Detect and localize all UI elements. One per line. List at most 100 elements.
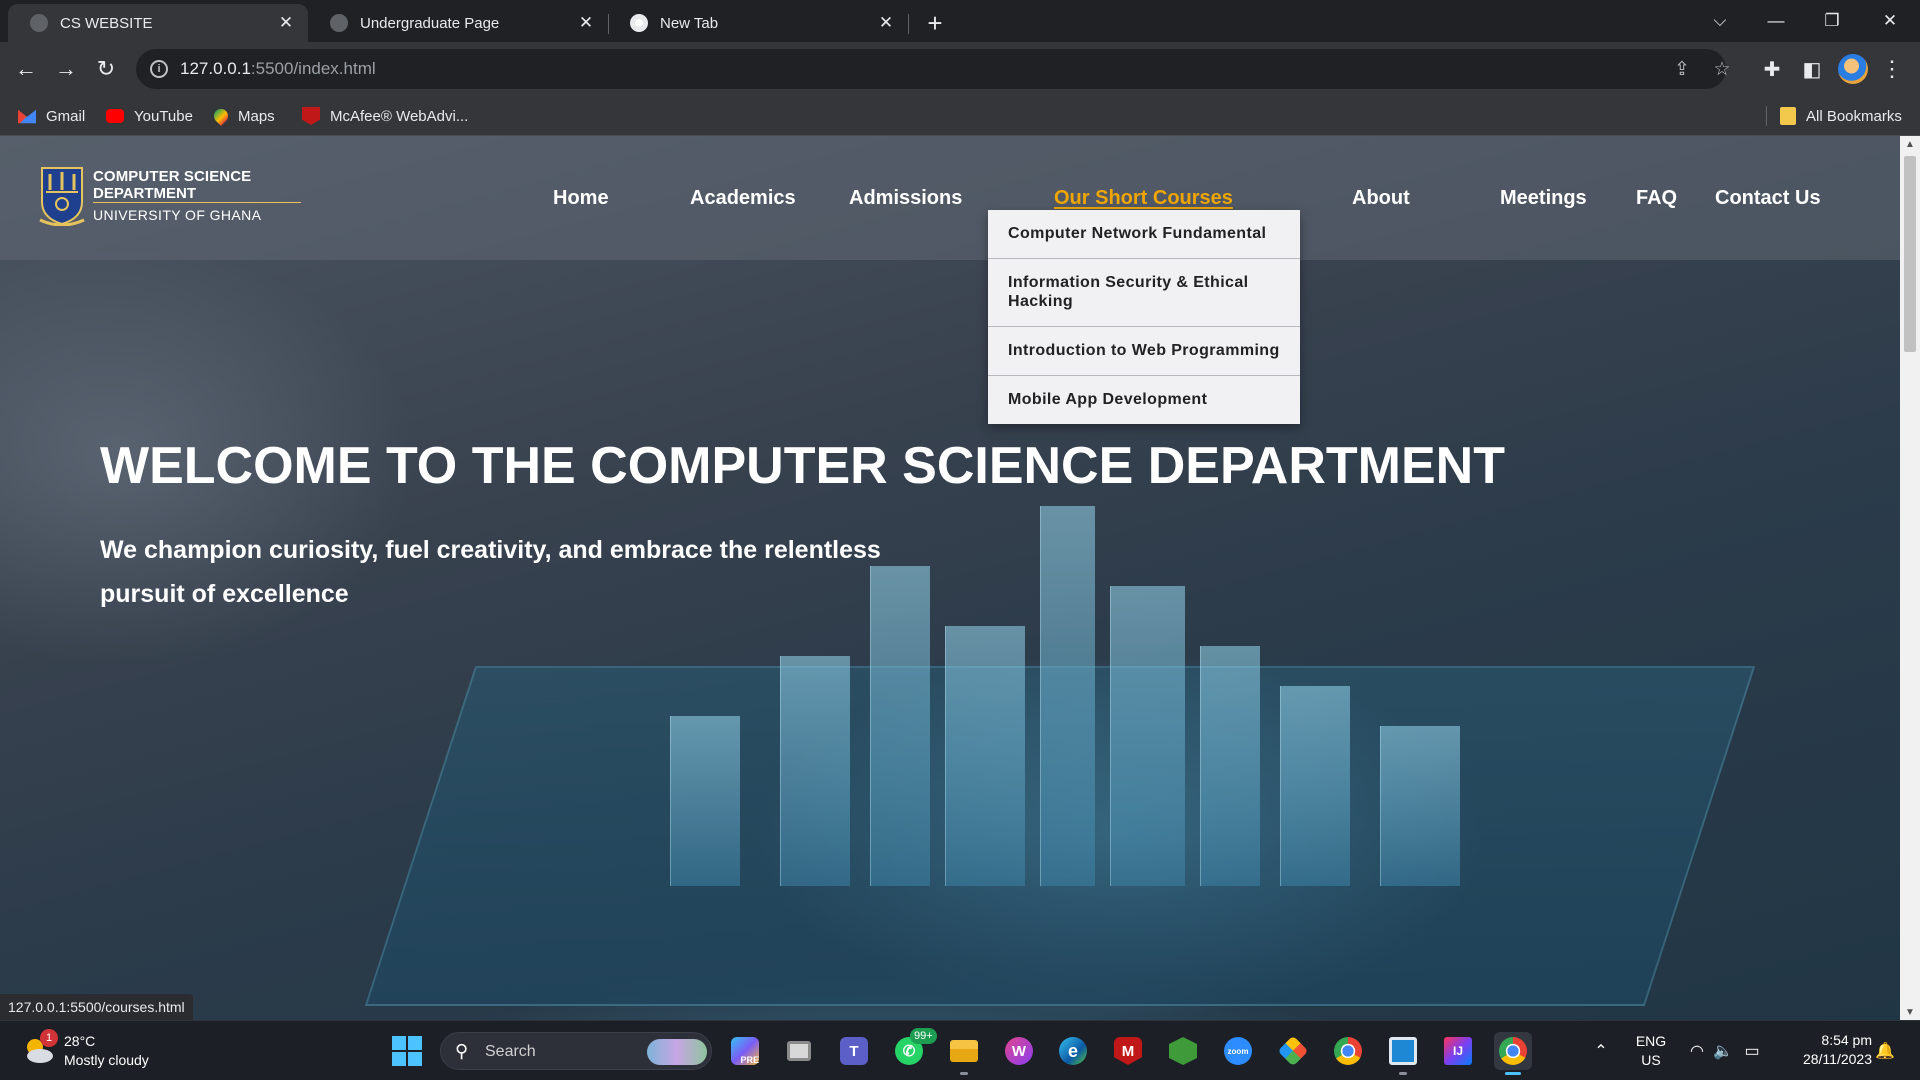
nav-admissions[interactable]: Admissions xyxy=(849,187,962,210)
git-icon[interactable] xyxy=(1274,1032,1312,1070)
clock-date: 28/11/2023 xyxy=(1802,1051,1872,1067)
tab-new-tab[interactable]: New Tab ✕ xyxy=(608,4,908,42)
logo-title: COMPUTER SCIENCE xyxy=(93,168,252,185)
side-panel-icon[interactable]: ◧ xyxy=(1796,53,1828,85)
nav-contact-us[interactable]: Contact Us xyxy=(1715,187,1821,210)
back-button[interactable]: ← xyxy=(10,53,42,85)
search-icon: ⚲ xyxy=(455,1041,469,1061)
dropdown-item-mobile-app[interactable]: Mobile App Development xyxy=(988,376,1300,424)
bookmark-label: YouTube xyxy=(134,107,193,125)
language-code: ENG xyxy=(1635,1033,1667,1049)
tab-cs-website[interactable]: CS WEBSITE ✕ xyxy=(8,4,308,42)
reload-button[interactable]: ↻ xyxy=(90,53,122,85)
wps-office-icon[interactable]: W xyxy=(1000,1032,1038,1070)
app-glyph xyxy=(1169,1037,1197,1065)
teams-icon[interactable]: T xyxy=(835,1032,873,1070)
weather-desc: Mostly cloudy xyxy=(64,1052,149,1068)
university-crest-icon xyxy=(39,167,85,226)
bookmark-youtube[interactable]: YouTube xyxy=(106,96,193,136)
copilot-app-icon[interactable]: PRE xyxy=(726,1032,764,1070)
department-logo[interactable]: COMPUTER SCIENCE DEPARTMENT UNIVERSITY O… xyxy=(38,164,301,228)
nav-faq[interactable]: FAQ xyxy=(1636,187,1677,210)
share-icon[interactable]: ⇪ xyxy=(1670,57,1694,81)
volume-icon[interactable]: 🔈 xyxy=(1712,1021,1734,1080)
maps-icon xyxy=(211,106,231,126)
dropdown-item-network[interactable]: Computer Network Fundamental xyxy=(988,210,1300,259)
scroll-down-icon[interactable]: ▼ xyxy=(1900,1004,1920,1020)
dropdown-item-security[interactable]: Information Security & Ethical Hacking xyxy=(988,259,1300,327)
taskbar-search[interactable]: ⚲ Search xyxy=(440,1032,712,1070)
zoom-icon[interactable]: zoom xyxy=(1219,1032,1257,1070)
bookmark-gmail[interactable]: Gmail xyxy=(18,96,85,136)
page-viewport: COMPUTER SCIENCE DEPARTMENT UNIVERSITY O… xyxy=(0,136,1900,1020)
app-glyph: e xyxy=(1059,1037,1087,1065)
info-icon[interactable]: i xyxy=(150,60,168,78)
bookmark-maps[interactable]: Maps xyxy=(211,96,275,136)
close-icon[interactable]: ✕ xyxy=(876,13,896,33)
tab-title: New Tab xyxy=(660,14,719,32)
task-view-icon[interactable] xyxy=(780,1032,818,1070)
weather-widget[interactable]: 1 28°C Mostly cloudy xyxy=(22,1029,222,1073)
nav-meetings[interactable]: Meetings xyxy=(1500,187,1587,210)
system-clock[interactable]: 8:54 pm 28/11/2023 xyxy=(1780,1031,1872,1069)
bookmark-label: McAfee® WebAdvi... xyxy=(330,107,469,125)
whatsapp-icon[interactable]: ✆ 99+ xyxy=(890,1028,937,1070)
logo-title-2: DEPARTMENT xyxy=(93,185,197,202)
nav-about[interactable]: About xyxy=(1352,187,1410,210)
address-bar[interactable]: i 127.0.0.1 :5500/index.html ⇪ ☆ xyxy=(136,49,1731,89)
minimize-button[interactable]: — xyxy=(1748,0,1804,42)
tab-title: CS WEBSITE xyxy=(60,14,153,32)
vscode-window-icon[interactable] xyxy=(1384,1032,1422,1075)
file-explorer-icon[interactable] xyxy=(945,1032,983,1075)
new-tab-button[interactable]: + xyxy=(920,8,950,38)
avatar[interactable] xyxy=(1838,54,1868,84)
all-bookmarks-label: All Bookmarks xyxy=(1806,107,1902,125)
language-region: US xyxy=(1641,1052,1661,1068)
chrome-icon[interactable] xyxy=(1329,1032,1367,1070)
building-shape xyxy=(780,656,850,886)
building-shape xyxy=(1040,506,1095,886)
building-shape xyxy=(945,626,1025,886)
hero-title: WELCOME TO THE COMPUTER SCIENCE DEPARTME… xyxy=(100,437,1505,495)
close-icon[interactable]: ✕ xyxy=(576,13,596,33)
nav-academics[interactable]: Academics xyxy=(690,187,796,210)
scrollbar-thumb[interactable] xyxy=(1904,156,1916,352)
node-icon[interactable] xyxy=(1164,1032,1202,1070)
tab-undergraduate-page[interactable]: Undergraduate Page ✕ xyxy=(308,4,608,42)
restore-button[interactable]: ❐ xyxy=(1804,0,1860,42)
bookmark-mcafee[interactable]: McAfee® WebAdvi... xyxy=(302,96,468,136)
running-indicator xyxy=(1399,1072,1407,1075)
nav-home[interactable]: Home xyxy=(553,187,609,210)
notification-bell-icon[interactable]: 🔔 xyxy=(1874,1021,1896,1080)
mcafee-app-icon[interactable]: M xyxy=(1109,1032,1147,1070)
scroll-up-icon[interactable]: ▲ xyxy=(1900,136,1920,152)
app-glyph xyxy=(787,1041,811,1061)
extensions-icon[interactable]: ✚ xyxy=(1756,53,1788,85)
forward-button[interactable]: → xyxy=(50,53,82,85)
show-hidden-icons-chevron-icon[interactable]: ⌃ xyxy=(1590,1021,1612,1080)
menu-icon[interactable]: ⋮ xyxy=(1876,53,1908,85)
chrome-active-icon[interactable] xyxy=(1494,1032,1532,1075)
bookmark-label: Maps xyxy=(238,107,275,125)
intellij-icon[interactable]: IJ xyxy=(1439,1032,1477,1070)
short-courses-dropdown: Computer Network Fundamental Information… xyxy=(988,210,1300,424)
globe-icon xyxy=(330,14,348,32)
edge-icon[interactable]: e xyxy=(1054,1032,1092,1070)
building-shape xyxy=(1380,726,1460,886)
wifi-icon[interactable]: ◠ xyxy=(1686,1021,1708,1080)
building-shape xyxy=(1200,646,1260,886)
app-glyph: T xyxy=(840,1037,868,1065)
tab-search-chevron-icon[interactable]: ⌵ xyxy=(1692,0,1748,42)
language-indicator[interactable]: ENG US xyxy=(1628,1021,1674,1080)
hero-subtitle: We champion curiosity, fuel creativity, … xyxy=(100,536,881,608)
dropdown-item-web-programming[interactable]: Introduction to Web Programming xyxy=(988,327,1300,376)
app-glyph: IJ xyxy=(1444,1037,1472,1065)
windows-start-icon[interactable] xyxy=(392,1036,422,1066)
page-scrollbar[interactable]: ▲ ▼ xyxy=(1900,136,1920,1020)
close-icon[interactable]: ✕ xyxy=(276,13,296,33)
bookmark-star-icon[interactable]: ☆ xyxy=(1710,57,1734,81)
battery-icon[interactable]: ▭ xyxy=(1740,1021,1764,1080)
nav-short-courses[interactable]: Our Short Courses xyxy=(1054,187,1233,210)
close-window-button[interactable]: ✕ xyxy=(1862,0,1918,42)
all-bookmarks[interactable]: All Bookmarks xyxy=(1780,96,1902,136)
